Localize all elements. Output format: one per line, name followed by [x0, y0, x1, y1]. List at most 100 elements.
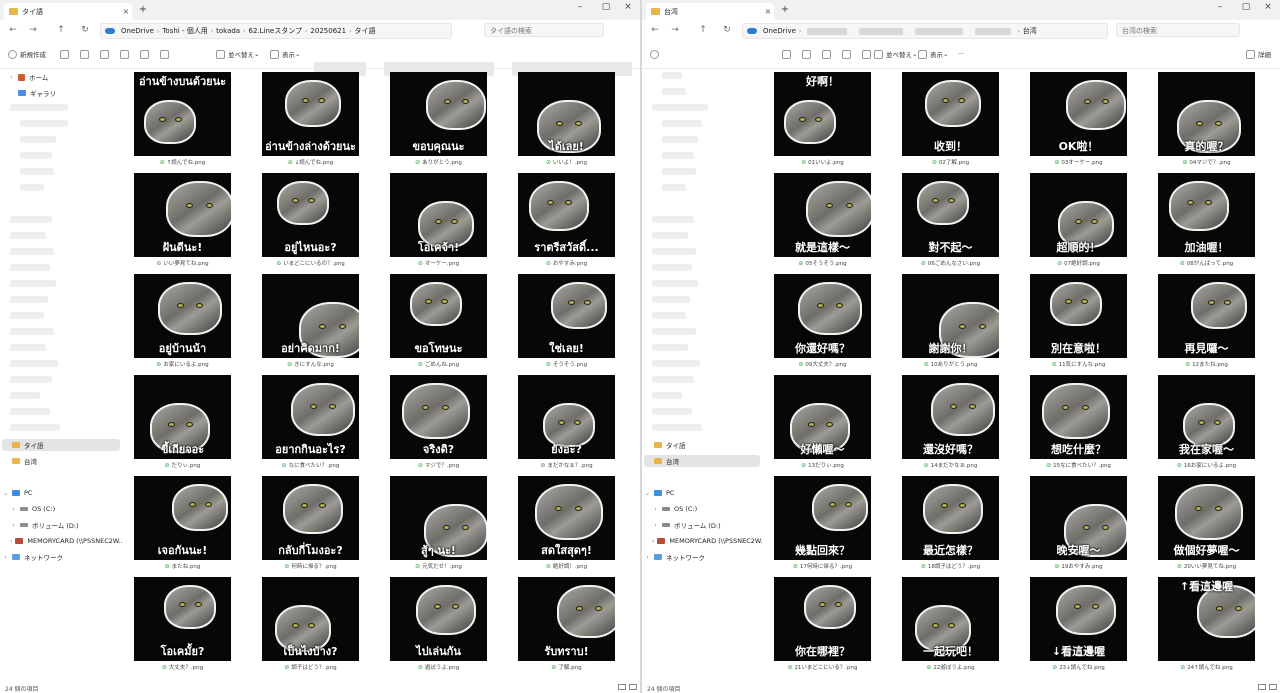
file-item[interactable]: อ่านข้างบนด้วยนะ ⊘ ↑読んでね.png [132, 70, 252, 168]
tiles-view-icon[interactable] [629, 684, 637, 690]
file-item[interactable]: 最近怎樣？ ⊘ 18調子はどう？.png [900, 474, 1020, 572]
delete-icon[interactable] [862, 47, 874, 61]
new-tab-button[interactable]: + [778, 3, 792, 17]
tab-taiwan[interactable]: 台湾 × [646, 3, 774, 20]
search-input[interactable]: タイ語の検索 [484, 23, 604, 37]
file-item[interactable]: 你還好嗎？ ⊘ 09大丈夫？.png [772, 272, 892, 370]
nav-drive-d[interactable]: › ボリューム (D:) [10, 519, 120, 531]
file-item[interactable]: เจอกันนะ! ⊘ またね.png [132, 474, 252, 572]
breadcrumb-item[interactable]: タイ語 [351, 26, 378, 36]
breadcrumb-item[interactable]: Toshi - 個人用 [159, 26, 210, 36]
close-window-button[interactable]: × [1256, 0, 1280, 14]
view-button[interactable]: 表示 ⌄ [918, 47, 948, 61]
file-item[interactable]: 你在哪裡？ ⊘ 21いまどこにいる？.png [772, 575, 892, 673]
nav-drive-d[interactable]: › ボリューム (D:) [652, 519, 760, 531]
file-item[interactable]: 收到！ ⊘ 02了解.png [900, 70, 1020, 168]
file-item[interactable]: 超順的！ ⊘ 07絶好調.png [1028, 171, 1148, 269]
paste-icon[interactable] [100, 47, 112, 61]
search-input[interactable]: 台湾の検索 [1116, 23, 1240, 37]
address-bar[interactable]: OneDrive › › 台湾 [742, 23, 1108, 39]
file-item[interactable]: 一起玩吧！ ⊘ 22遊ぼうよ.png [900, 575, 1020, 673]
file-item[interactable]: 加油喔！ ⊘ 08がんばって.png [1156, 171, 1276, 269]
file-item[interactable]: อย่าคิดมาก! ⊘ きにすんな.png [260, 272, 380, 370]
nav-network[interactable]: › ネットワーク [2, 551, 120, 563]
file-item[interactable]: อยากกินอะไร? ⊘ なに食べたい？.png [260, 373, 380, 471]
sort-button[interactable]: 並べ替え ⌄ [216, 47, 259, 61]
file-item[interactable]: เป็นไงบ้าง? ⊘ 調子はどう？.png [260, 575, 380, 673]
file-item[interactable]: 幾點回來？ ⊘ 17何時に帰る？.png [772, 474, 892, 572]
back-icon[interactable]: ← [6, 23, 20, 37]
details-view-icon[interactable] [1258, 684, 1266, 690]
minimize-button[interactable]: – [1208, 0, 1232, 14]
file-item[interactable]: 就是這樣～ ⊘ 05そうそう.png [772, 171, 892, 269]
file-item[interactable]: ↑看這邊喔 ⊘ 24↑読んでね.png [1156, 575, 1276, 673]
file-item[interactable]: ↓看這邊喔 ⊘ 23↓読んでね.png [1028, 575, 1148, 673]
breadcrumb-item[interactable]: 台湾 [1020, 26, 1040, 36]
file-item[interactable]: 晚安喔～ ⊘ 19おやすみ.png [1028, 474, 1148, 572]
nav-drive-c[interactable]: › OS (C:) [10, 503, 120, 515]
cut-icon[interactable] [782, 47, 794, 61]
maximize-button[interactable]: ▢ [594, 0, 618, 14]
file-item[interactable]: จริงดิ? ⊘ マジで？.png [388, 373, 508, 471]
new-tab-button[interactable]: + [136, 3, 150, 17]
file-item[interactable]: ใช่เลย! ⊘ そうそう.png [516, 272, 636, 370]
share-icon[interactable] [140, 47, 152, 61]
file-item[interactable]: 想吃什麼？ ⊘ 15なに食べたい？.png [1028, 373, 1148, 471]
nav-gallery[interactable]: ギャラリ [8, 87, 118, 99]
file-item[interactable]: อยู่ไหนอะ? ⊘ いまどこにいるの？.png [260, 171, 380, 269]
refresh-icon[interactable]: ↻ [78, 23, 92, 37]
file-item[interactable]: 好啊！ ⊘ 01いいよ.png [772, 70, 892, 168]
breadcrumb-item[interactable]: 62.Lineスタンプ [246, 26, 306, 36]
file-item[interactable]: ขอโทษนะ ⊘ ごめんね.png [388, 272, 508, 370]
up-icon[interactable]: ↑ [696, 23, 710, 37]
delete-icon[interactable] [160, 47, 172, 61]
maximize-button[interactable]: ▢ [1234, 0, 1258, 14]
tiles-view-icon[interactable] [1269, 684, 1277, 690]
paste-icon[interactable] [822, 47, 834, 61]
forward-icon[interactable]: → [26, 23, 40, 37]
breadcrumb-item[interactable]: 20250621 [307, 27, 349, 35]
file-item[interactable]: 真的喔？ ⊘ 04マジで？.png [1156, 70, 1276, 168]
file-item[interactable]: ได้เลย! ⊘ いいよ！.png [516, 70, 636, 168]
nav-network[interactable]: › ネットワーク [644, 551, 760, 563]
file-item[interactable]: 做個好夢喔～ ⊘ 20いい夢見てね.png [1156, 474, 1276, 572]
nav-folder-thai[interactable]: タイ語 [2, 439, 120, 451]
back-icon[interactable]: ← [648, 23, 662, 37]
view-button[interactable]: 表示 ⌄ [270, 47, 300, 61]
nav-sd-card[interactable]: › MEMORYCARD (\\PSSNEC2W... [652, 535, 762, 547]
file-item[interactable]: 別在意啦！ ⊘ 11気にすんな.png [1028, 272, 1148, 370]
sort-button[interactable]: 並べ替え ⌄ [874, 47, 917, 61]
details-button[interactable]: 詳細 [1246, 47, 1271, 61]
file-item[interactable]: ราตรีสวัสดิ์... ⊘ おやすみ.png [516, 171, 636, 269]
address-bar[interactable]: OneDrive › Toshi - 個人用 › tokada › 62.Lineスタ… [100, 23, 452, 39]
copy-icon[interactable] [80, 47, 92, 61]
file-item[interactable]: อ่านข้างล่างด้วยนะ ⊘ ↓読んでね.png [260, 70, 380, 168]
file-item[interactable]: 謝謝你！ ⊘ 10ありがとう.png [900, 272, 1020, 370]
forward-icon[interactable]: → [668, 23, 682, 37]
new-button[interactable]: 新規作成 [8, 47, 46, 61]
nav-pc[interactable]: ⌄ PC [644, 487, 760, 499]
details-view-icon[interactable] [618, 684, 626, 690]
close-window-button[interactable]: × [616, 0, 640, 14]
file-item[interactable]: โอเคจ้า! ⊘ オーケー.png [388, 171, 508, 269]
refresh-icon[interactable]: ↻ [720, 23, 734, 37]
nav-sd-card[interactable]: › MEMORYCARD (\\PSSNEC2W... [10, 535, 122, 547]
breadcrumb-item[interactable]: tokada [213, 27, 243, 35]
close-tab-icon[interactable]: × [120, 7, 132, 16]
file-item[interactable]: รับทราบ! ⊘ 了解.png [516, 575, 636, 673]
nav-folder-taiwan[interactable]: 台湾 [2, 455, 120, 467]
breadcrumb-item[interactable]: OneDrive [118, 27, 157, 35]
file-item[interactable]: สดใสสุดๆ! ⊘ 絶好調！.png [516, 474, 636, 572]
file-item[interactable]: ขอบคุณนะ ⊘ ありがとう.png [388, 70, 508, 168]
new-button[interactable] [650, 47, 662, 61]
file-item[interactable]: ยังอะ? ⊘ まだかなぁ？.png [516, 373, 636, 471]
file-item[interactable]: 我在家喔～ ⊘ 16お家にいるよ.png [1156, 373, 1276, 471]
file-item[interactable]: 還沒好嗎？ ⊘ 14まだかなぁ.png [900, 373, 1020, 471]
file-item[interactable]: ขี้เกียจอะ ⊘ だりぃ.png [132, 373, 252, 471]
up-icon[interactable]: ↑ [54, 23, 68, 37]
minimize-button[interactable]: – [568, 0, 592, 14]
file-item[interactable]: อยู่บ้านน้า ⊘ お家にいるよ.png [132, 272, 252, 370]
nav-folder-thai[interactable]: タイ語 [644, 439, 760, 451]
file-item[interactable]: 再見囉～ ⊘ 12またね.png [1156, 272, 1276, 370]
file-item[interactable]: 對不起～ ⊘ 06ごめんなさい.png [900, 171, 1020, 269]
